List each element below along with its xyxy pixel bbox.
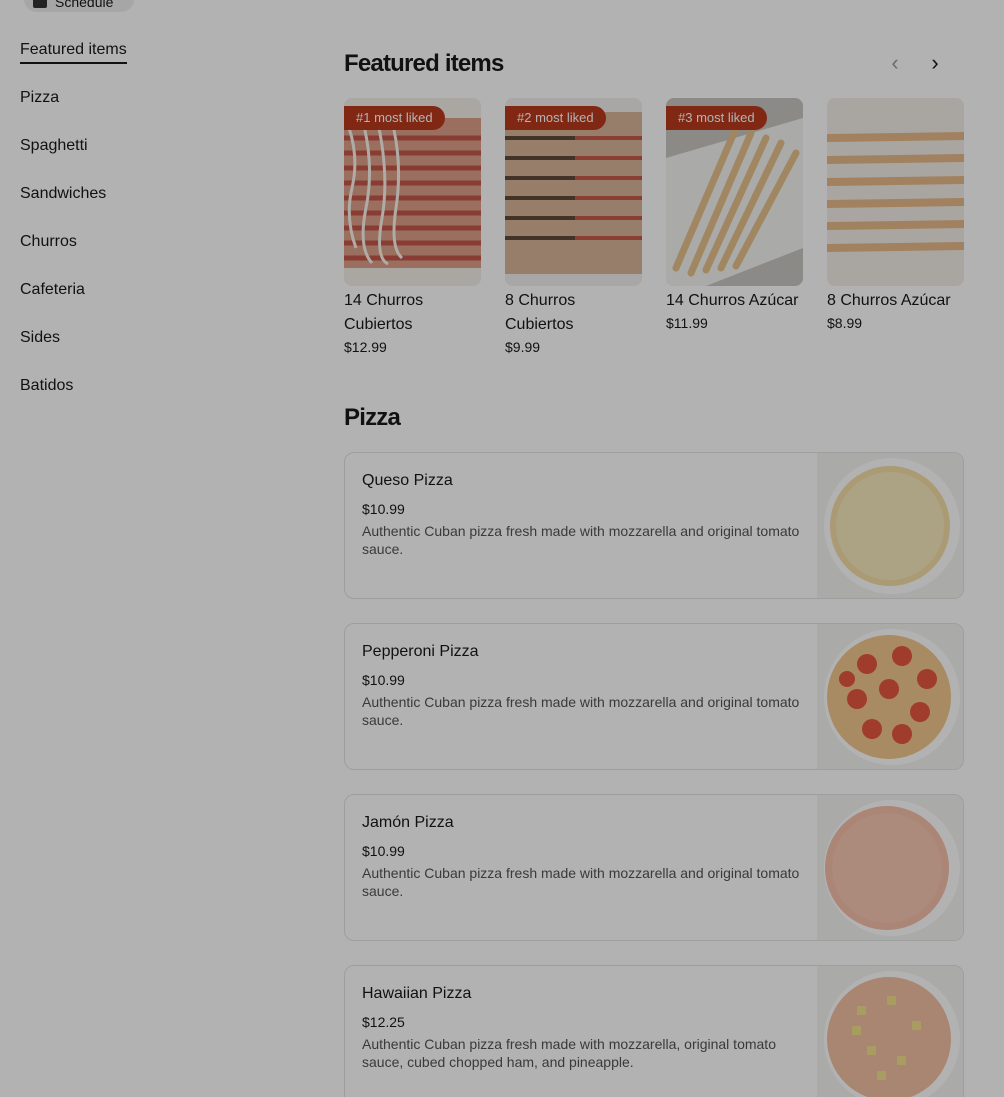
- modal-backdrop[interactable]: [0, 0, 1004, 1097]
- store-page: Schedule Featured items Pizza Spaghetti …: [0, 0, 1004, 1097]
